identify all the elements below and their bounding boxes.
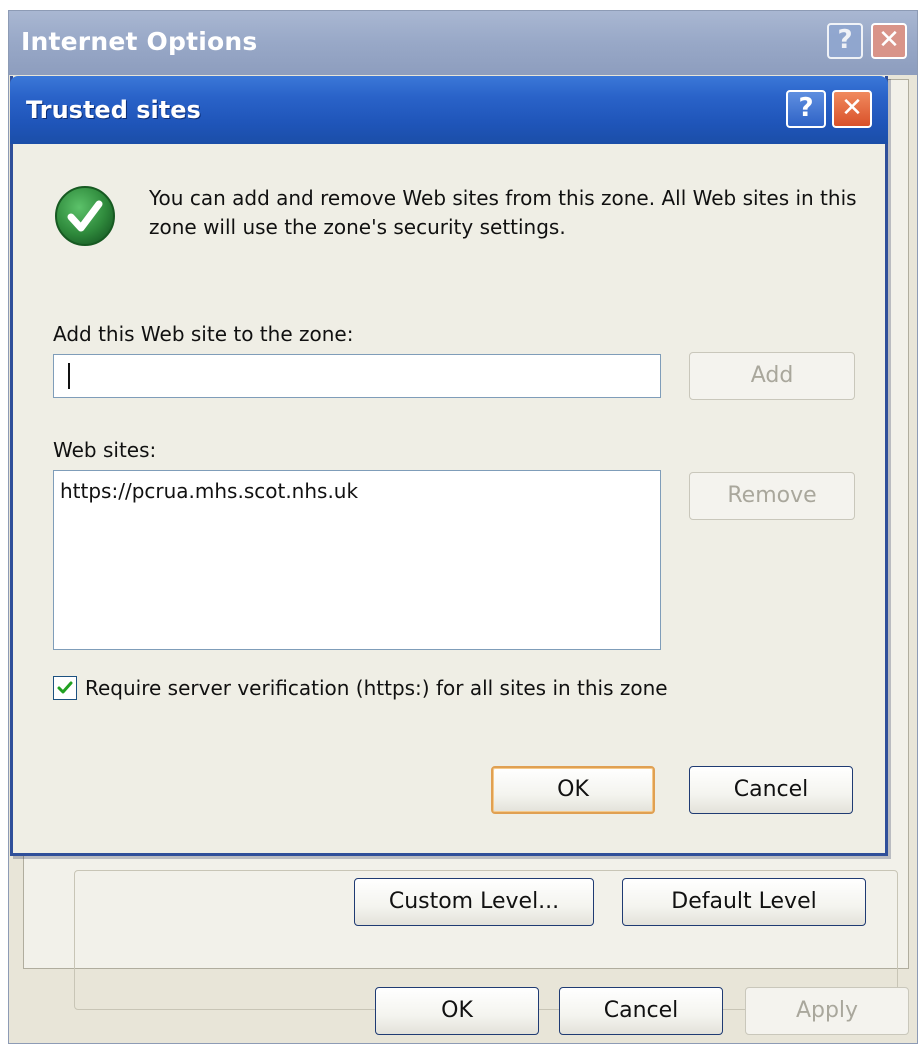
trusted-sites-ok-button[interactable]: OK [491, 766, 655, 814]
green-checkmark-icon [53, 184, 117, 248]
internet-options-apply-button[interactable]: Apply [745, 987, 909, 1035]
internet-options-help-button[interactable]: ? [827, 23, 863, 59]
internet-options-ok-button[interactable]: OK [375, 987, 539, 1035]
internet-options-cancel-button[interactable]: Cancel [559, 987, 723, 1035]
trusted-sites-cancel-button[interactable]: Cancel [689, 766, 853, 814]
trusted-sites-title: Trusted sites [26, 96, 201, 124]
checkmark-icon [57, 681, 73, 694]
trusted-sites-close-button[interactable]: ✕ [832, 90, 872, 128]
trusted-sites-dialog: Trusted sites ? ✕ You can add and remove… [10, 76, 888, 856]
zone-info-text: You can add and remove Web sites from th… [149, 186, 857, 239]
custom-level-button[interactable]: Custom Level... [354, 878, 594, 926]
list-item[interactable]: https://pcrua.mhs.scot.nhs.uk [60, 479, 358, 503]
add-site-button[interactable]: Add [689, 352, 855, 400]
internet-options-titlebar[interactable]: Internet Options ? ✕ [9, 11, 917, 75]
web-sites-list[interactable]: https://pcrua.mhs.scot.nhs.uk [53, 470, 661, 650]
internet-options-close-button[interactable]: ✕ [871, 23, 907, 59]
remove-site-button[interactable]: Remove [689, 472, 855, 520]
default-level-button[interactable]: Default Level [622, 878, 866, 926]
require-https-label[interactable]: Require server verification (https:) for… [85, 676, 668, 700]
internet-options-title: Internet Options [21, 27, 258, 56]
add-site-label: Add this Web site to the zone: [53, 322, 354, 346]
text-caret [68, 363, 70, 389]
web-sites-label: Web sites: [53, 438, 157, 462]
trusted-sites-help-button[interactable]: ? [786, 90, 826, 128]
require-https-checkbox[interactable] [53, 676, 77, 700]
trusted-sites-titlebar[interactable]: Trusted sites ? ✕ [10, 76, 888, 144]
add-site-input[interactable] [53, 354, 661, 398]
